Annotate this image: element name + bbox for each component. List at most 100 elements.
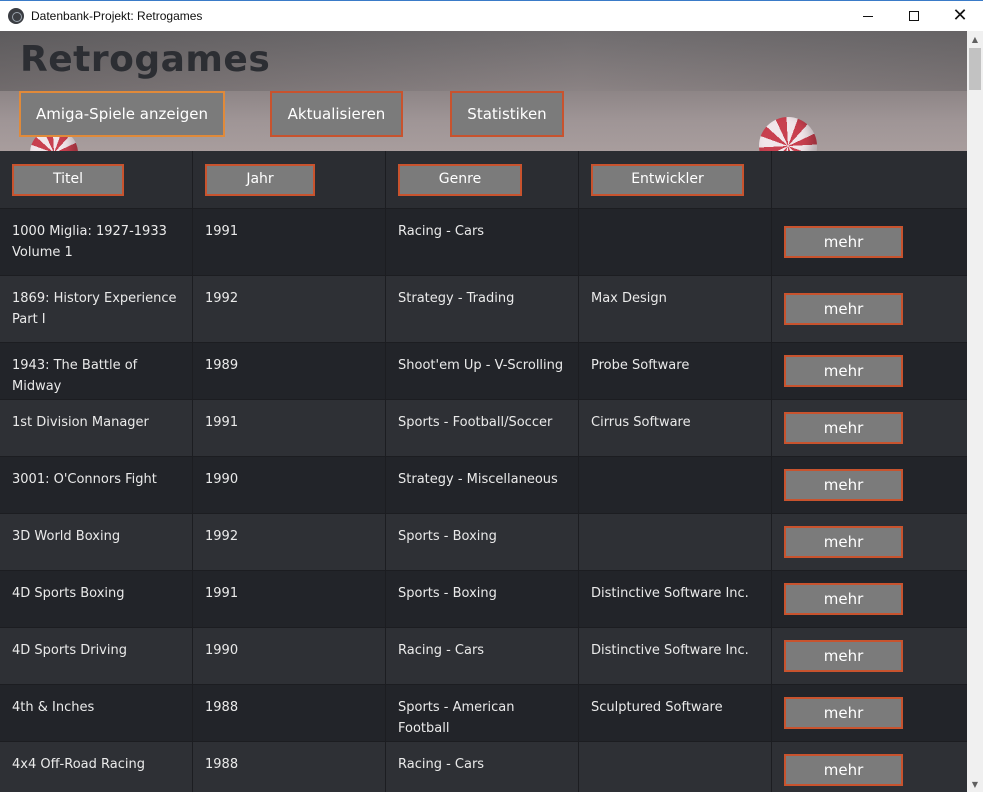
developer-cell: Cirrus Software: [579, 400, 772, 456]
actions-cell: mehr: [772, 400, 967, 456]
window-title: Datenbank-Projekt: Retrogames: [31, 9, 203, 23]
genre-cell: Strategy - Trading: [386, 276, 579, 342]
developer-cell: Distinctive Software Inc.: [579, 628, 772, 684]
table-row: 1869: History Experience Part I 1992 Strat…: [0, 276, 967, 343]
header-cell-title: Titel: [0, 151, 193, 208]
title-cell: 3D World Boxing: [0, 514, 193, 570]
more-button[interactable]: mehr: [784, 640, 903, 672]
maximize-icon: [909, 11, 919, 21]
title-cell: 4th & Inches: [0, 685, 193, 741]
minimize-button[interactable]: [845, 1, 891, 31]
boing-ball-decoration-right: [759, 117, 817, 151]
actions-cell: mehr: [772, 457, 967, 513]
title-cell: 4D Sports Driving: [0, 628, 193, 684]
header-banner: Retrogames Amiga-Spiele anzeigen Aktuali…: [0, 31, 967, 151]
header-cell-developer: Entwickler: [579, 151, 772, 208]
header-cell-actions: [772, 151, 967, 208]
window-controls: ✕: [845, 1, 983, 31]
actions-cell: mehr: [772, 209, 967, 275]
more-button[interactable]: mehr: [784, 226, 903, 258]
page-title: Retrogames: [20, 39, 271, 80]
table-row: 1943: The Battle of Midway 1989 Shoot'em U…: [0, 343, 967, 400]
title-cell: 3001: O'Connors Fight: [0, 457, 193, 513]
more-button[interactable]: mehr: [784, 526, 903, 558]
table-row: 3001: O'Connors Fight 1990 Strategy - Misc…: [0, 457, 967, 514]
sort-genre-button[interactable]: Genre: [398, 163, 522, 196]
games-table: Titel Jahr Genre Entwickler 1000 Miglia:…: [0, 151, 967, 792]
genre-cell: Racing - Cars: [386, 742, 579, 792]
table-header-row: Titel Jahr Genre Entwickler: [0, 151, 967, 209]
year-cell: 1989: [193, 343, 386, 399]
title-cell: 1st Division Manager: [0, 400, 193, 456]
genre-cell: Sports - Football/Soccer: [386, 400, 579, 456]
year-cell: 1992: [193, 514, 386, 570]
app-icon: [8, 8, 24, 24]
actions-cell: mehr: [772, 343, 967, 399]
table-row: 1000 Miglia: 1927-1933 Volume 1 1991 Racin…: [0, 209, 967, 276]
header-cell-year: Jahr: [193, 151, 386, 208]
year-cell: 1990: [193, 628, 386, 684]
actions-cell: mehr: [772, 514, 967, 570]
actions-cell: mehr: [772, 276, 967, 342]
actions-cell: mehr: [772, 628, 967, 684]
statistics-button[interactable]: Statistiken: [450, 91, 564, 137]
table-row: 4D Sports Boxing 1991 Sports - Boxing Disti…: [0, 571, 967, 628]
developer-cell: [579, 514, 772, 570]
table-row: 4D Sports Driving 1990 Racing - Cars Distin…: [0, 628, 967, 685]
more-button[interactable]: mehr: [784, 412, 903, 444]
genre-cell: Sports - Boxing: [386, 571, 579, 627]
actions-cell: mehr: [772, 685, 967, 741]
actions-cell: mehr: [772, 742, 967, 792]
more-button[interactable]: mehr: [784, 469, 903, 501]
year-cell: 1990: [193, 457, 386, 513]
scrollbar-thumb[interactable]: [969, 48, 981, 90]
sort-title-button[interactable]: Titel: [12, 163, 124, 196]
developer-cell: Distinctive Software Inc.: [579, 571, 772, 627]
table-row: 4th & Inches 1988 Sports - American Footba…: [0, 685, 967, 742]
actions-cell: mehr: [772, 571, 967, 627]
more-button[interactable]: mehr: [784, 355, 903, 387]
year-cell: 1991: [193, 209, 386, 275]
year-cell: 1988: [193, 685, 386, 741]
more-button[interactable]: mehr: [784, 583, 903, 615]
vertical-scrollbar[interactable]: ▲ ▼: [967, 31, 983, 792]
genre-cell: Sports - Boxing: [386, 514, 579, 570]
table-body: 1000 Miglia: 1927-1933 Volume 1 1991 Racin…: [0, 209, 967, 792]
title-cell: 1869: History Experience Part I: [0, 276, 193, 342]
window-titlebar: Datenbank-Projekt: Retrogames ✕: [0, 0, 983, 31]
scroll-up-arrow-icon[interactable]: ▲: [967, 31, 983, 47]
refresh-button[interactable]: Aktualisieren: [270, 91, 403, 137]
title-cell: 1943: The Battle of Midway: [0, 343, 193, 399]
sort-developer-button[interactable]: Entwickler: [591, 163, 744, 196]
title-cell: 1000 Miglia: 1927-1933 Volume 1: [0, 209, 193, 275]
year-cell: 1991: [193, 400, 386, 456]
year-cell: 1991: [193, 571, 386, 627]
more-button[interactable]: mehr: [784, 697, 903, 729]
title-cell: 4D Sports Boxing: [0, 571, 193, 627]
table-row: 3D World Boxing 1992 Sports - Boxing mehr: [0, 514, 967, 571]
genre-cell: Racing - Cars: [386, 209, 579, 275]
amiga-games-button[interactable]: Amiga-Spiele anzeigen: [19, 91, 225, 137]
more-button[interactable]: mehr: [784, 293, 903, 325]
maximize-button[interactable]: [891, 1, 937, 31]
developer-cell: [579, 457, 772, 513]
title-cell: 4x4 Off-Road Racing: [0, 742, 193, 792]
close-button[interactable]: ✕: [937, 1, 983, 31]
developer-cell: Probe Software: [579, 343, 772, 399]
table-row: 4x4 Off-Road Racing 1988 Racing - Cars mehr: [0, 742, 967, 792]
minimize-icon: [863, 15, 873, 17]
more-button[interactable]: mehr: [784, 754, 903, 786]
developer-cell: [579, 742, 772, 792]
genre-cell: Shoot'em Up - V-Scrolling: [386, 343, 579, 399]
developer-cell: Sculptured Software: [579, 685, 772, 741]
year-cell: 1992: [193, 276, 386, 342]
header-cell-genre: Genre: [386, 151, 579, 208]
developer-cell: Max Design: [579, 276, 772, 342]
developer-cell: [579, 209, 772, 275]
sort-year-button[interactable]: Jahr: [205, 163, 315, 196]
table-row: 1st Division Manager 1991 Sports - Footbal…: [0, 400, 967, 457]
scroll-down-arrow-icon[interactable]: ▼: [967, 776, 983, 792]
genre-cell: Racing - Cars: [386, 628, 579, 684]
genre-cell: Sports - American Football: [386, 685, 579, 741]
genre-cell: Strategy - Miscellaneous: [386, 457, 579, 513]
